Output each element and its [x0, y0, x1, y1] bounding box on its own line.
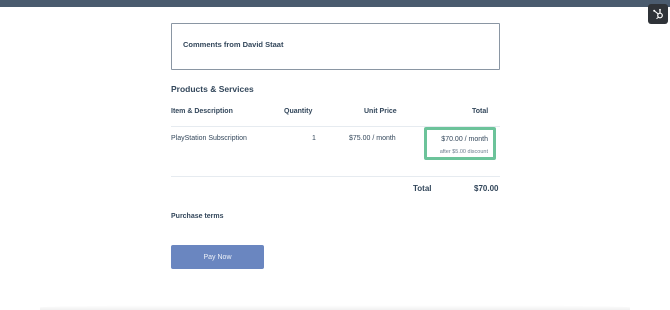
line-item-unit-price: $75.00 / month [349, 135, 396, 142]
top-bar [0, 0, 670, 7]
line-item-total: $70.00 / month [441, 136, 488, 143]
grand-total-value: $70.00 [474, 184, 499, 193]
purchase-terms-label: Purchase terms [171, 213, 224, 220]
line-item-description: PlayStation Subscription [171, 135, 247, 142]
hubspot-logo-icon[interactable] [648, 4, 668, 24]
column-header-unit-price: Unit Price [364, 108, 397, 115]
column-header-total: Total [472, 108, 489, 115]
footer-shadow [40, 305, 630, 310]
pay-now-button[interactable]: Pay Now [171, 245, 264, 269]
comments-title: Comments from David Staat [183, 40, 284, 49]
products-section-title: Products & Services [171, 84, 254, 94]
summary-divider [171, 176, 500, 177]
line-item-total-highlight: $70.00 / month after $5.00 discount [424, 127, 496, 160]
column-header-quantity: Quantity [284, 108, 313, 115]
line-item-quantity: 1 [312, 135, 316, 142]
line-item-discount-note: after $5.00 discount [439, 149, 488, 155]
column-header-item: Item & Description [171, 108, 233, 115]
comments-box: Comments from David Staat [171, 23, 500, 70]
hubspot-logo-icon-graphic [653, 8, 663, 20]
grand-total-label: Total [413, 184, 432, 193]
